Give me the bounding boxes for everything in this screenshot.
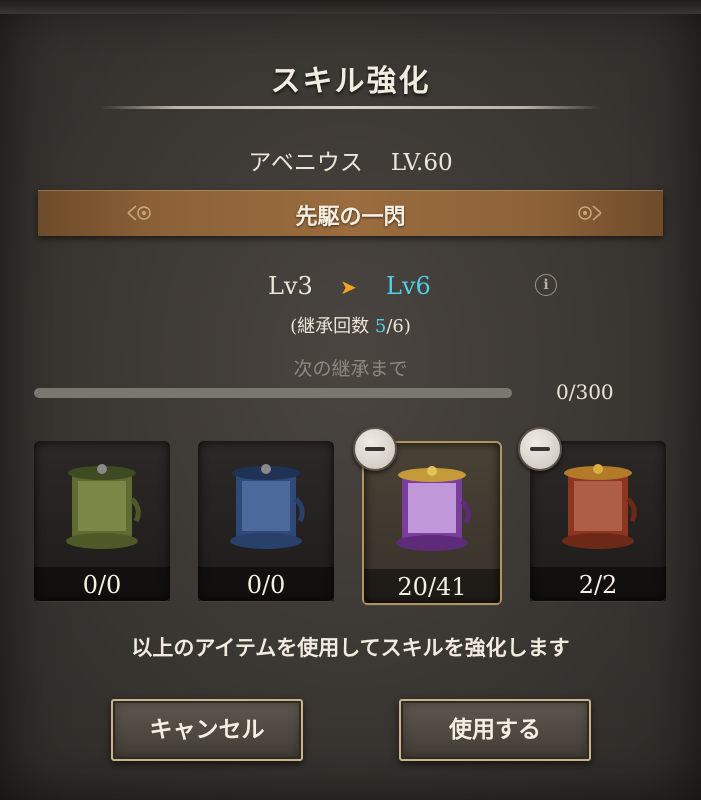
inherit-prefix: (継承回数	[290, 316, 375, 337]
title-divider	[100, 106, 600, 109]
item-slot-blue[interactable]: 0/0	[198, 441, 334, 601]
item-slot-green[interactable]: 0/0	[34, 441, 170, 601]
use-button[interactable]: 使用する	[399, 699, 591, 761]
hero-info: アベニウス LV.60	[0, 143, 701, 177]
skill-upgrade-dialog: スキル強化 アベニウス LV.60 先駆の一閃 Lv3 ➤ Lv6 i (継承回数…	[0, 0, 701, 800]
current-level: Lv3	[268, 272, 313, 300]
dialog-top-edge	[0, 0, 701, 14]
inherit-current: 5	[374, 316, 387, 337]
progress-text: 0/300	[556, 380, 614, 404]
info-icon[interactable]: i	[535, 274, 557, 296]
item-count-purple: 20/41	[364, 569, 500, 603]
inherit-count: (継承回数 5/6)	[0, 312, 701, 338]
cancel-button[interactable]: キャンセル	[111, 699, 303, 761]
item-count-blue: 0/0	[198, 567, 334, 601]
skill-banner: 先駆の一閃	[38, 190, 663, 236]
remove-red-minus-button[interactable]	[518, 427, 562, 471]
green-scroll-icon	[66, 464, 141, 549]
arrow-right-icon: ➤	[340, 275, 357, 299]
red-scroll-icon	[562, 464, 637, 549]
remove-purple-minus-button[interactable]	[353, 427, 397, 471]
blue-scroll-icon	[230, 464, 305, 549]
purple-scroll-icon	[396, 466, 471, 551]
item-count-green: 0/0	[34, 567, 170, 601]
next-inherit-label: 次の継承まで	[293, 358, 408, 380]
target-level: Lv6	[386, 272, 431, 300]
ornament-right-icon	[578, 205, 602, 221]
hero-level: LV.60	[390, 150, 453, 176]
upgrade-description: 以上のアイテムを使用してスキルを強化します	[131, 635, 570, 660]
hero-name: アベニウス	[248, 150, 363, 176]
inherit-suffix: /6)	[386, 316, 411, 337]
skill-name: 先駆の一閃	[295, 204, 406, 230]
dialog-title: スキル強化	[270, 64, 431, 99]
inherit-progress-bar	[34, 388, 512, 398]
item-count-red: 2/2	[530, 567, 666, 601]
